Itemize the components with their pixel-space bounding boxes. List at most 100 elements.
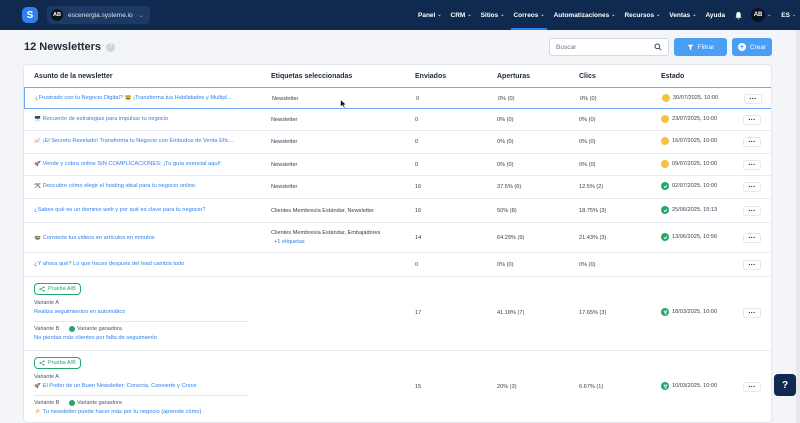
newsletter-subject-link[interactable]: ¿Sabes qué es un dominio web y por qué e… [34,207,205,213]
opens-cell: 0% (0) [497,262,514,268]
split-icon [39,360,45,366]
sent-cell: 0 [415,117,419,123]
search-input[interactable] [550,39,650,55]
check-circle-icon [661,206,669,214]
ab-test-badge: Prueba A/B [34,283,81,295]
table-row[interactable]: 🚀 Vende y cobra online SIN COMPLICACIONE… [24,154,771,176]
row-actions-button[interactable]: ... [743,260,761,270]
tags-cell: Clientes Membresía Estándar, Embajadores [271,230,381,236]
row-actions-button[interactable]: ... [743,233,761,243]
help-button[interactable]: ? [774,374,796,396]
newsletter-subject-link[interactable]: 🛠️ Descubre cómo elegir el hosting ideal… [34,183,197,189]
nav-ventas[interactable]: Ventas ⌄ [669,0,696,30]
newsletter-subject-link[interactable]: 🍲 Convierte tus videos en artículos en m… [34,235,155,241]
divider [34,395,249,396]
table-row[interactable]: 🖥️ Recuento de estrategias para impulsar… [24,109,771,131]
newsletter-subject-link[interactable]: 📈 ¡El Secreto Revelado! Transforma tu Ne… [34,138,233,144]
clicks-cell: 6.67% (1) [579,384,604,390]
nav-recursos[interactable]: Recursos ⌄ [624,0,660,30]
variant-b-subject-link[interactable]: No pierdas más clientes por falta de seg… [34,335,157,341]
more-tags-link[interactable]: +1 etiquetas [274,239,305,245]
variant-a-subject-link[interactable]: Realiza seguimientos en automático [34,309,125,315]
row-actions-button[interactable]: ... [743,137,761,147]
clicks-cell: 18.75% (3) [579,208,607,214]
create-button[interactable]: + Crear [732,38,772,56]
clicks-cell: 0% (0) [579,117,596,123]
chevron-down-icon[interactable]: ⌄ [767,12,771,18]
bell-icon[interactable] [734,11,743,20]
status-cell: 16/07/2025, 10:00 [661,137,717,145]
plus-icon: + [737,43,746,51]
chevron-down-icon: ⌄ [692,12,697,18]
sent-cell: 0 [416,96,420,102]
chevron-down-icon: ⌄ [540,12,545,18]
chevron-down-icon: ⌄ [611,12,616,18]
table-row[interactable]: ¿Sabes qué es un dominio web y por qué e… [24,199,771,223]
tags-cell: Newsletter [272,96,299,102]
opens-cell: 37.5% (6) [497,184,522,190]
status-cell: 09/07/2025, 10:00 [661,160,717,168]
filter-button[interactable]: Filtrar [674,38,727,56]
row-actions-button[interactable]: ... [743,382,761,392]
variant-b-label: Variante B [34,326,60,332]
opens-cell: 0% (0) [497,162,514,168]
site-selector[interactable]: AB escenergia.systeme.io ⌄ [47,6,150,24]
row-actions-button[interactable]: ... [743,160,761,170]
row-actions-button[interactable]: ... [743,206,761,216]
clicks-cell: 21.43% (3) [579,235,607,241]
split-icon [39,286,45,292]
page-scrollbar[interactable] [796,30,800,423]
user-avatar[interactable]: AB [751,8,766,22]
language-selector[interactable]: ES [781,12,790,19]
opens-cell: 0% (0) [498,96,515,102]
table-row[interactable]: 🍲 Convierte tus videos en artículos en m… [24,223,771,253]
ab-test-row[interactable]: Prueba A/B Variante A Realiza seguimient… [24,277,771,351]
status-cell: 10/03/2025, 10:00 [661,382,717,390]
chevron-down-icon: ⌄ [467,12,472,18]
clicks-cell: 0% (0) [579,162,596,168]
nav-automatizaciones[interactable]: Automatizaciones ⌄ [554,0,616,30]
opens-cell: 0% (0) [497,117,514,123]
nav-crm[interactable]: CRM ⌄ [451,0,472,30]
opens-cell: 64.29% (9) [497,235,525,241]
nav-panel[interactable]: Panel ⌄ [418,0,442,30]
tags-cell: Newsletter [271,184,298,190]
divider [34,321,249,322]
clicks-cell: 0% (0) [579,262,596,268]
row-actions-button[interactable]: ... [743,308,761,318]
status-cell: 23/07/2025, 10:00 [661,115,717,123]
check-circle-icon [661,182,669,190]
col-tags: Etiquetas seleccionadas [271,73,353,80]
search-icon[interactable] [654,43,662,51]
newsletter-subject-link[interactable]: ¿Frustrado con tu Negocio Digital? 😩 ¡Tr… [35,95,232,101]
table-row[interactable]: 🛠️ Descubre cómo elegir el hosting ideal… [24,176,771,199]
variant-b-label: Variante B [34,400,60,406]
newsletter-subject-link[interactable]: 🖥️ Recuento de estrategias para impulsar… [34,116,168,122]
row-actions-button[interactable]: ... [743,115,761,125]
chevron-down-icon: ⌄ [656,12,661,18]
nav-ayuda[interactable]: Ayuda [705,0,725,30]
main-nav: Panel ⌄ CRM ⌄ Sitios ⌄ Correos ⌄ Automatizac… [418,0,796,30]
chevron-down-icon[interactable]: ⌄ [792,12,796,18]
row-actions-button[interactable]: ... [743,182,761,192]
sent-cell: 17 [415,310,422,316]
systeme-logo[interactable]: S [22,7,38,23]
ab-test-row[interactable]: Prueba A/B Variante A 🚀 El Poder de un B… [24,351,771,422]
variant-a-subject-link[interactable]: 🚀 El Poder de un Buen Newsletter: Conect… [34,383,197,389]
chevron-down-icon: ⌄ [500,12,505,18]
chevron-down-icon: ⌄ [437,12,442,18]
newsletter-subject-link[interactable]: ¿Y ahora qué? Lo que haces después del l… [34,261,184,267]
info-icon[interactable]: ? [106,42,116,52]
nav-correos[interactable]: Correos ⌄ [511,0,547,30]
newsletter-subject-link[interactable]: 🚀 Vende y cobra online SIN COMPLICACIONE… [34,161,221,167]
col-status: Estado [661,73,685,80]
variant-a-label: Variante A [34,374,59,380]
nav-sitios[interactable]: Sitios ⌄ [481,0,505,30]
row-actions-button[interactable]: ... [744,94,762,104]
variant-b-subject-link[interactable]: ⚡ Tu newsletter puede hacer más por tu n… [34,409,201,415]
table-row[interactable]: 📈 ¡El Secreto Revelado! Transforma tu Ne… [24,131,771,154]
table-row[interactable]: ¿Y ahora qué? Lo que haces después del l… [24,253,771,277]
table-row[interactable]: ¿Frustrado con tu Negocio Digital? 😩 ¡Tr… [24,87,771,109]
newsletters-table: Asunto de la newsletter Etiquetas selecc… [23,64,772,423]
sent-cell: 0 [415,162,419,168]
